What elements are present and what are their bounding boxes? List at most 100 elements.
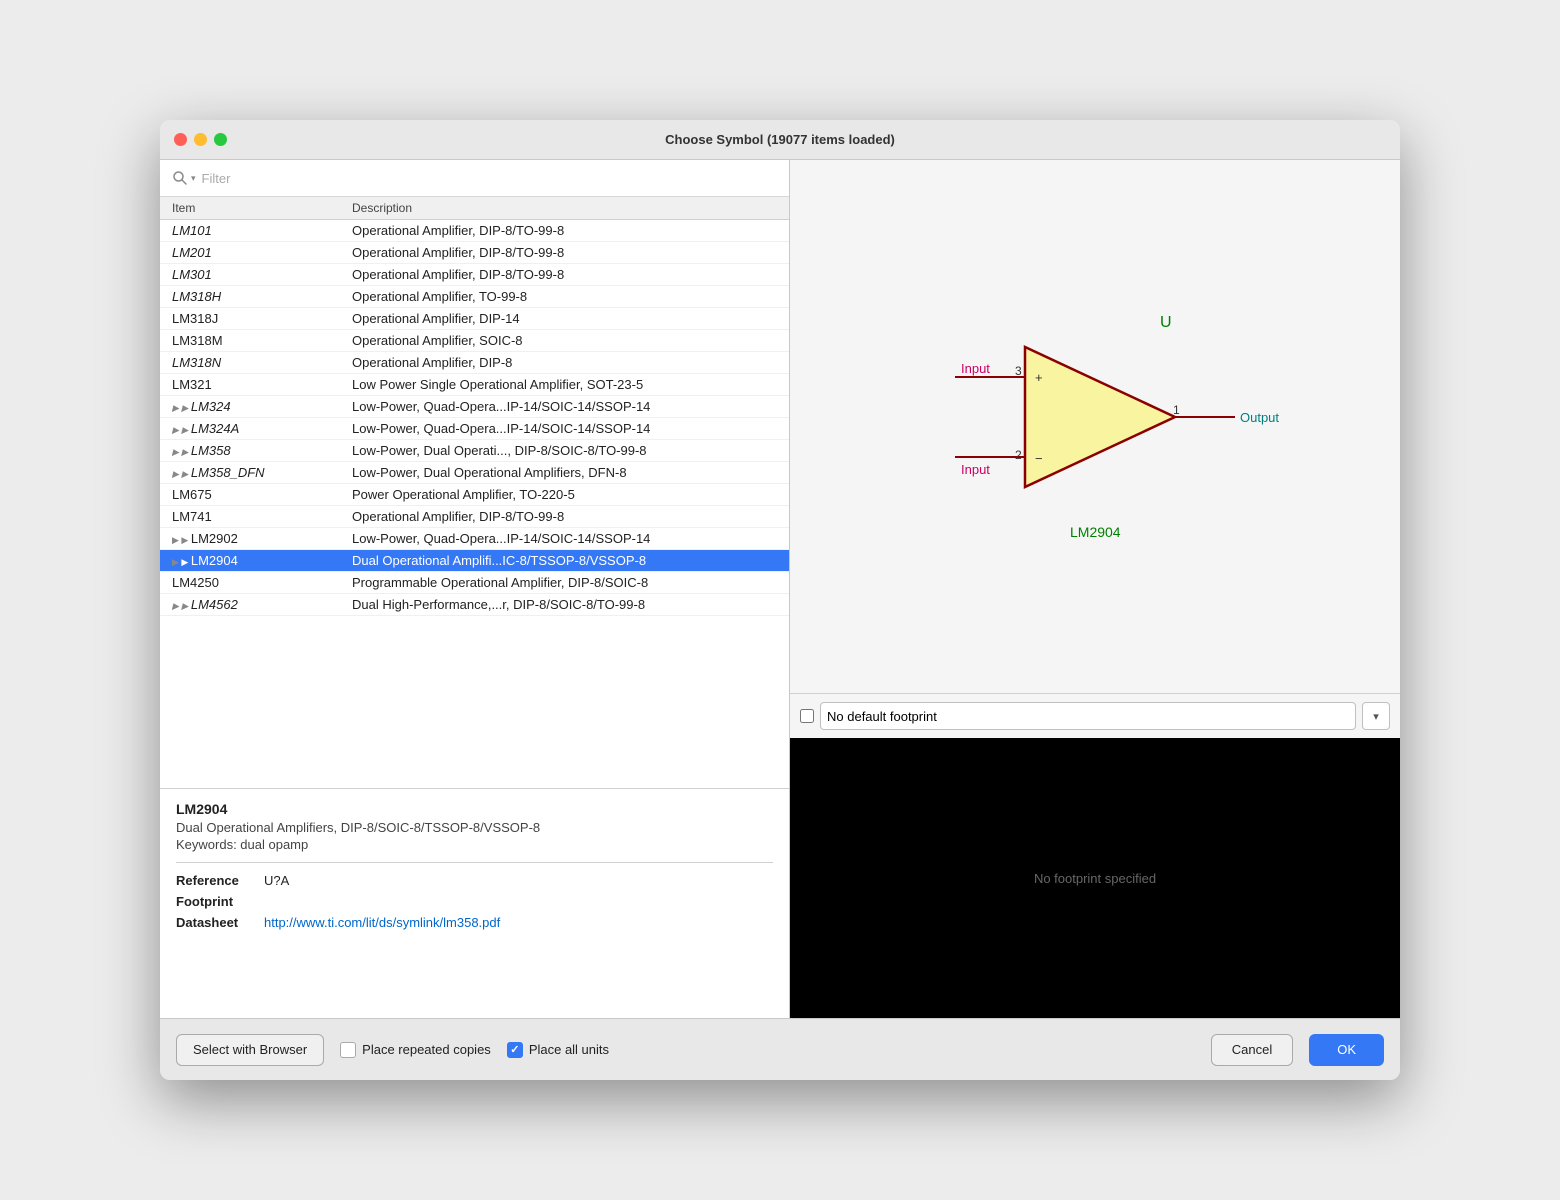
opamp-symbol-svg: U Input + 3 Input − 2 xyxy=(905,267,1285,587)
place-repeated-checkbox[interactable] xyxy=(340,1042,356,1058)
table-row[interactable]: ▶ LM2902Low-Power, Quad-Opera...IP-14/SO… xyxy=(160,528,789,550)
table-row[interactable]: LM318NOperational Amplifier, DIP-8 xyxy=(160,352,789,374)
main-content: ▾ Item Description LM101Operational Ampl… xyxy=(160,160,1400,1018)
left-panel: ▾ Item Description LM101Operational Ampl… xyxy=(160,160,790,1018)
place-all-units-checkbox[interactable] xyxy=(507,1042,523,1058)
svg-text:Input: Input xyxy=(961,361,990,376)
row-item-cell: LM318J xyxy=(172,311,352,326)
right-panel: U Input + 3 Input − 2 xyxy=(790,160,1400,1018)
row-item-cell: LM201 xyxy=(172,245,352,260)
footprint-preview: No footprint specified xyxy=(790,738,1400,1018)
reference-label: Reference xyxy=(176,873,256,888)
bottom-bar: Select with Browser Place repeated copie… xyxy=(160,1018,1400,1080)
svg-text:LM2904: LM2904 xyxy=(1070,524,1121,540)
table-row[interactable]: LM675Power Operational Amplifier, TO-220… xyxy=(160,484,789,506)
svg-text:2: 2 xyxy=(1015,448,1022,462)
titlebar: Choose Symbol (19077 items loaded) xyxy=(160,120,1400,160)
row-item-cell: LM675 xyxy=(172,487,352,502)
cancel-button[interactable]: Cancel xyxy=(1211,1034,1293,1066)
row-item-cell: LM4250 xyxy=(172,575,352,590)
table-row[interactable]: ▶ LM4562Dual High-Performance,...r, DIP-… xyxy=(160,594,789,616)
row-description-cell: Dual Operational Amplifi...IC-8/TSSOP-8/… xyxy=(352,553,777,568)
svg-text:U: U xyxy=(1160,314,1172,331)
row-description-cell: Low-Power, Quad-Opera...IP-14/SOIC-14/SS… xyxy=(352,531,777,546)
table-row[interactable]: LM321Low Power Single Operational Amplif… xyxy=(160,374,789,396)
row-description-cell: Programmable Operational Amplifier, DIP-… xyxy=(352,575,777,590)
row-description-cell: Operational Amplifier, DIP-8/TO-99-8 xyxy=(352,267,777,282)
row-description-cell: Low-Power, Dual Operational Amplifiers, … xyxy=(352,465,777,480)
detail-divider xyxy=(176,862,773,863)
table-row[interactable]: ▶ LM358Low-Power, Dual Operati..., DIP-8… xyxy=(160,440,789,462)
row-description-cell: Operational Amplifier, DIP-8 xyxy=(352,355,777,370)
svg-text:Input: Input xyxy=(961,462,990,477)
footprint-section: No default footprint ▾ xyxy=(790,693,1400,738)
row-description-cell: Operational Amplifier, DIP-8/TO-99-8 xyxy=(352,245,777,260)
col-item: Item xyxy=(172,201,352,215)
row-item-cell: LM321 xyxy=(172,377,352,392)
table-row[interactable]: LM741Operational Amplifier, DIP-8/TO-99-… xyxy=(160,506,789,528)
row-item-cell: LM101 xyxy=(172,223,352,238)
reference-field: Reference U?A xyxy=(176,873,773,888)
svg-text:3: 3 xyxy=(1015,364,1022,378)
ok-button[interactable]: OK xyxy=(1309,1034,1384,1066)
footprint-dropdown[interactable]: No default footprint xyxy=(820,702,1356,730)
row-description-cell: Low-Power, Quad-Opera...IP-14/SOIC-14/SS… xyxy=(352,399,777,414)
row-description-cell: Low-Power, Quad-Opera...IP-14/SOIC-14/SS… xyxy=(352,421,777,436)
row-description-cell: Low-Power, Dual Operati..., DIP-8/SOIC-8… xyxy=(352,443,777,458)
dropdown-arrow-icon[interactable]: ▾ xyxy=(1362,702,1390,730)
table-row[interactable]: ▶ LM2904Dual Operational Amplifi...IC-8/… xyxy=(160,550,789,572)
row-description-cell: Operational Amplifier, DIP-8/TO-99-8 xyxy=(352,509,777,524)
datasheet-field: Datasheet http://www.ti.com/lit/ds/symli… xyxy=(176,915,773,930)
table-row[interactable]: LM301Operational Amplifier, DIP-8/TO-99-… xyxy=(160,264,789,286)
detail-keywords: Keywords: dual opamp xyxy=(176,837,773,852)
svg-text:−: − xyxy=(1035,451,1043,466)
row-item-cell: ▶ LM324A xyxy=(172,421,352,436)
table-row[interactable]: ▶ LM358_DFNLow-Power, Dual Operational A… xyxy=(160,462,789,484)
row-item-cell: ▶ LM358 xyxy=(172,443,352,458)
datasheet-link[interactable]: http://www.ti.com/lit/ds/symlink/lm358.p… xyxy=(264,915,500,930)
no-footprint-text: No footprint specified xyxy=(1034,871,1156,886)
place-repeated-label: Place repeated copies xyxy=(362,1042,491,1057)
row-description-cell: Operational Amplifier, TO-99-8 xyxy=(352,289,777,304)
table-row[interactable]: LM318JOperational Amplifier, DIP-14 xyxy=(160,308,789,330)
row-item-cell: LM318H xyxy=(172,289,352,304)
table-body: LM101Operational Amplifier, DIP-8/TO-99-… xyxy=(160,220,789,788)
search-icon: ▾ xyxy=(172,170,196,186)
footprint-checkbox[interactable] xyxy=(800,709,814,723)
table-row[interactable]: LM101Operational Amplifier, DIP-8/TO-99-… xyxy=(160,220,789,242)
table-row[interactable]: LM201Operational Amplifier, DIP-8/TO-99-… xyxy=(160,242,789,264)
row-item-cell: LM741 xyxy=(172,509,352,524)
table-row[interactable]: LM318HOperational Amplifier, TO-99-8 xyxy=(160,286,789,308)
table-header: Item Description xyxy=(160,197,789,220)
table-row[interactable]: LM318MOperational Amplifier, SOIC-8 xyxy=(160,330,789,352)
row-description-cell: Operational Amplifier, SOIC-8 xyxy=(352,333,777,348)
datasheet-label: Datasheet xyxy=(176,915,256,930)
row-description-cell: Power Operational Amplifier, TO-220-5 xyxy=(352,487,777,502)
search-input[interactable] xyxy=(202,171,777,186)
symbol-preview: U Input + 3 Input − 2 xyxy=(790,160,1400,693)
place-all-units-label: Place all units xyxy=(529,1042,609,1057)
minimize-button[interactable] xyxy=(194,133,207,146)
svg-text:1: 1 xyxy=(1173,403,1180,417)
svg-text:Output: Output xyxy=(1240,410,1279,425)
detail-name: LM2904 xyxy=(176,801,773,817)
detail-description: Dual Operational Amplifiers, DIP-8/SOIC-… xyxy=(176,820,773,835)
col-description: Description xyxy=(352,201,777,215)
table-row[interactable]: LM4250Programmable Operational Amplifier… xyxy=(160,572,789,594)
table-row[interactable]: ▶ LM324Low-Power, Quad-Opera...IP-14/SOI… xyxy=(160,396,789,418)
row-description-cell: Dual High-Performance,...r, DIP-8/SOIC-8… xyxy=(352,597,777,612)
window-title: Choose Symbol (19077 items loaded) xyxy=(665,132,895,147)
close-button[interactable] xyxy=(174,133,187,146)
svg-text:+: + xyxy=(1035,370,1043,385)
place-repeated-wrap: Place repeated copies xyxy=(340,1042,491,1058)
table-row[interactable]: ▶ LM324ALow-Power, Quad-Opera...IP-14/SO… xyxy=(160,418,789,440)
row-item-cell: ▶ LM2902 xyxy=(172,531,352,546)
select-browser-button[interactable]: Select with Browser xyxy=(176,1034,324,1066)
detail-fields: Reference U?A Footprint Datasheet http:/… xyxy=(176,873,773,930)
footprint-label: Footprint xyxy=(176,894,256,909)
detail-panel: LM2904 Dual Operational Amplifiers, DIP-… xyxy=(160,788,789,1018)
row-item-cell: ▶ LM358_DFN xyxy=(172,465,352,480)
maximize-button[interactable] xyxy=(214,133,227,146)
place-all-units-wrap: Place all units xyxy=(507,1042,609,1058)
row-item-cell: LM318N xyxy=(172,355,352,370)
